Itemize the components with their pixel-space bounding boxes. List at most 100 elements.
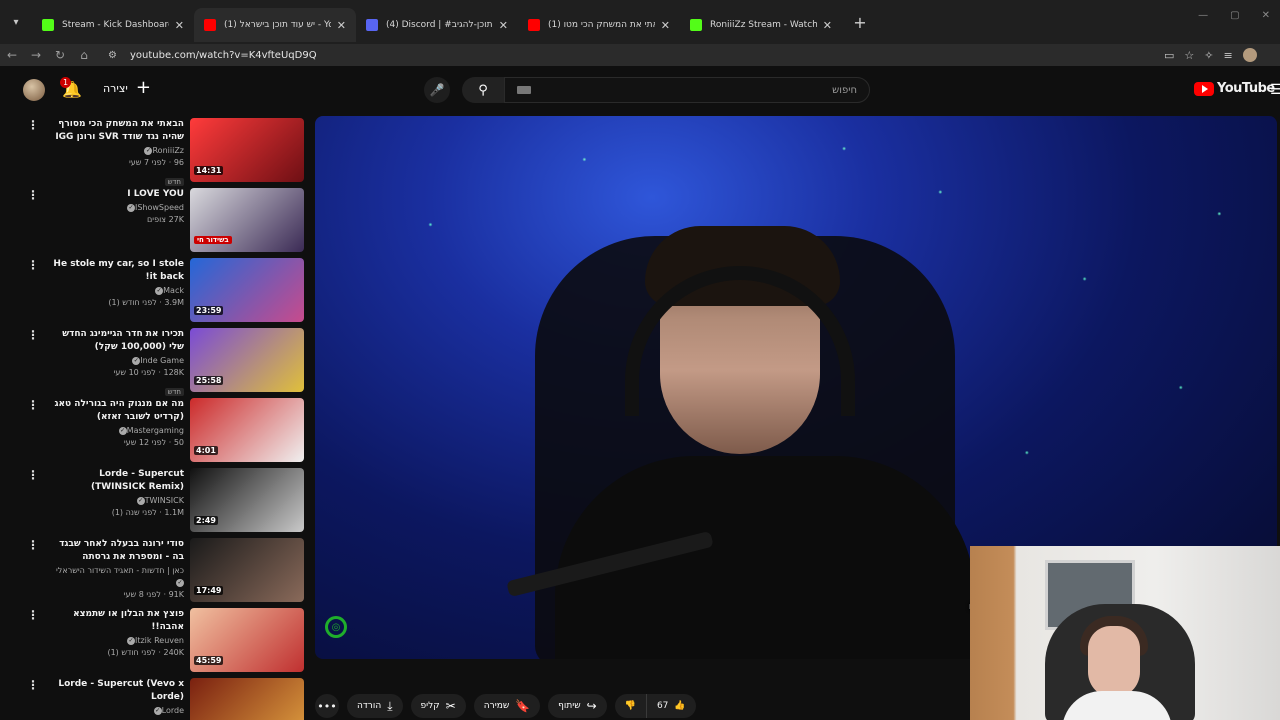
- tab-close-icon[interactable]: ✕: [823, 19, 832, 32]
- create-button[interactable]: יצירה +: [103, 79, 151, 97]
- youtube-header: 🔔 1 יצירה + 🎤 ⚲ חיפוש YouTube ☰: [0, 66, 1280, 116]
- more-options-icon[interactable]: ⋮: [27, 328, 40, 342]
- download-button[interactable]: ⤓ הורדה: [347, 694, 403, 718]
- recommendation-item[interactable]: ⋮ I LOVE YOU IShowSpeed✓ 27K צופים בשידור חי: [18, 186, 306, 256]
- recommendation-title[interactable]: הבאתי את המשחק הכי מסורף שהיה נגד שודד S…: [46, 118, 184, 144]
- recommendation-item[interactable]: ⋮ Lorde - Supercut (Vevo x Lorde) Lorde✓: [18, 676, 306, 720]
- clip-button[interactable]: ✂ קליפ: [410, 694, 466, 718]
- recommendation-title[interactable]: He stole my car, so I stole it back!: [46, 258, 184, 284]
- webcam-overlay: [970, 546, 1280, 720]
- channel-name: IShowSpeed: [134, 203, 184, 212]
- browser-tab[interactable]: RoniiiZz Stream - Watch Live on ✕: [680, 8, 842, 42]
- tab-close-icon[interactable]: ✕: [175, 19, 184, 32]
- new-tab-button[interactable]: +: [848, 10, 872, 34]
- recommendation-title[interactable]: Lorde - Supercut (Vevo x Lorde): [46, 678, 184, 704]
- recommendation-channel[interactable]: כאן | חדשות - תאגיד השידור הישראלי ✓: [46, 565, 184, 589]
- recommendation-item[interactable]: ⋮ סודי ירונה בבעלה לאחר שבגד בה - ומספרת …: [18, 536, 306, 606]
- recommendation-item[interactable]: ⋮ פוצץ את הבלון או שתמצא אהבה!! Itzik Reuv…: [18, 606, 306, 676]
- create-label: יצירה: [103, 81, 128, 95]
- recommendation-text: תכירו את חדר הגיימינג החדש שלי (100,000 …: [46, 328, 184, 398]
- search-input[interactable]: חיפוש: [504, 77, 870, 103]
- back-icon[interactable]: ←: [0, 48, 24, 62]
- recommendation-channel[interactable]: Inde Game✓: [46, 355, 184, 367]
- share-button[interactable]: ↪ שיתוף: [548, 694, 607, 718]
- recommendation-item[interactable]: ⋮ מה אם מנגוק היה בגורילה טאג (קרדיט לשוב…: [18, 396, 306, 466]
- recommendation-meta: 50 · לפני 12 שעי: [123, 438, 184, 447]
- recommendation-thumbnail[interactable]: [190, 678, 304, 720]
- tab-close-icon[interactable]: ✕: [499, 19, 508, 32]
- duration-badge: בשידור חי: [194, 236, 232, 244]
- browser-tab[interactable]: (1) הבאתי את המשחק הכי מטו ✕: [518, 8, 680, 42]
- profile-avatar[interactable]: [1242, 48, 1257, 62]
- recommendation-channel[interactable]: RoniiiZz✓: [46, 145, 184, 157]
- recommendation-channel[interactable]: Mack✓: [46, 285, 184, 297]
- verified-icon: ✓: [153, 706, 162, 715]
- recommendations-list: ⋮ הבאתי את המשחק הכי מסורף שהיה נגד שודד …: [18, 116, 306, 720]
- browser-tab-bar: ▾ Stream - Kick Dashboard ✕ (1) יש עוד תוכ…: [0, 0, 1280, 44]
- bookmark-star-icon[interactable]: ☆: [1184, 49, 1194, 62]
- home-icon[interactable]: ⌂: [72, 48, 96, 62]
- verified-icon: ✓: [132, 356, 141, 365]
- recommendation-item[interactable]: ⋮ He stole my car, so I stole it back! Mac…: [18, 256, 306, 326]
- cast-icon[interactable]: ▭: [1164, 49, 1174, 62]
- dislike-button[interactable]: 👎: [615, 694, 647, 718]
- close-window-icon[interactable]: ✕: [1262, 10, 1270, 21]
- more-options-icon[interactable]: ⋮: [27, 398, 40, 412]
- tab-close-icon[interactable]: ✕: [661, 19, 670, 32]
- keyboard-icon[interactable]: [517, 86, 531, 94]
- recommendation-item[interactable]: ⋮ Lorde - Supercut (TWINSICK Remix) TWINSI…: [18, 466, 306, 536]
- recommendation-channel[interactable]: IShowSpeed✓: [46, 202, 184, 214]
- recommendation-title[interactable]: תכירו את חדר הגיימינג החדש שלי (100,000 …: [46, 328, 184, 354]
- maximize-icon[interactable]: ▢: [1230, 10, 1239, 21]
- recommendation-title[interactable]: Lorde - Supercut (TWINSICK Remix): [46, 468, 184, 494]
- duration-badge: 4:01: [194, 446, 218, 455]
- browser-tab[interactable]: (1) יש עוד תוכן בישראל - YouTube ✕: [194, 8, 356, 42]
- recommendation-title[interactable]: מה אם מנגוק היה בגורילה טאג (קרדיט לשובר…: [46, 398, 184, 424]
- channel-name: Mastergaming: [126, 426, 184, 435]
- youtube-play-icon: [1194, 81, 1214, 96]
- video-actions-bar: ••• ⤓ הורדה ✂ קליפ 🔖 שמירה ↪ שיתוף 👎 67 …: [315, 694, 965, 718]
- recommendation-meta: 91K · לפני 8 שעי: [123, 590, 184, 599]
- more-options-icon[interactable]: ⋮: [27, 468, 40, 482]
- recommendation-channel[interactable]: Mastergaming✓: [46, 425, 184, 437]
- recommendation-channel[interactable]: Itzik Reuven✓: [46, 635, 184, 647]
- recommendation-item[interactable]: ⋮ תכירו את חדר הגיימינג החדש שלי (100,000…: [18, 326, 306, 396]
- reload-icon[interactable]: ↻: [48, 48, 72, 62]
- site-info-icon[interactable]: ⚙: [108, 50, 130, 61]
- youtube-logo[interactable]: YouTube: [1194, 81, 1275, 96]
- search-button[interactable]: ⚲: [462, 77, 504, 103]
- tab-search-chevron-icon[interactable]: ▾: [6, 12, 26, 32]
- minimize-icon[interactable]: —: [1198, 10, 1208, 21]
- more-options-icon[interactable]: ⋮: [27, 258, 40, 272]
- hamburger-menu-icon[interactable]: ☰: [1270, 82, 1280, 98]
- browser-tab[interactable]: Stream - Kick Dashboard ✕: [32, 8, 194, 42]
- more-options-icon[interactable]: ⋮: [27, 188, 40, 202]
- search-icon: ⚲: [478, 82, 488, 98]
- recommendation-title[interactable]: I LOVE YOU: [46, 188, 184, 201]
- extensions-icon[interactable]: ✧: [1204, 49, 1213, 62]
- scissors-icon: ✂: [445, 699, 456, 713]
- account-avatar[interactable]: [23, 79, 45, 101]
- recommendation-item[interactable]: ⋮ הבאתי את המשחק הכי מסורף שהיה נגד שודד …: [18, 116, 306, 186]
- more-options-icon[interactable]: ⋮: [27, 538, 40, 552]
- overlay-logo-icon: ◎: [325, 616, 347, 638]
- recommendation-title[interactable]: סודי ירונה בבעלה לאחר שבגד בה - ומספרת א…: [46, 538, 184, 564]
- voice-search-mic-icon[interactable]: 🎤: [424, 77, 450, 103]
- recommendation-channel[interactable]: TWINSICK✓: [46, 495, 184, 507]
- like-button[interactable]: 67 👍: [647, 701, 696, 711]
- browser-tab[interactable]: (4) Discord | #תוכן-להגיב | Roni ✕: [356, 8, 518, 42]
- tab-close-icon[interactable]: ✕: [337, 19, 346, 32]
- window-controls: — ▢ ✕: [1198, 10, 1270, 21]
- media-icon[interactable]: ≡: [1224, 49, 1233, 62]
- save-button[interactable]: 🔖 שמירה: [473, 694, 541, 718]
- recommendation-channel[interactable]: Lorde✓: [46, 705, 184, 717]
- more-options-icon[interactable]: ⋮: [27, 118, 40, 132]
- more-actions-button[interactable]: •••: [315, 694, 339, 718]
- more-options-icon[interactable]: ⋮: [27, 608, 40, 622]
- tab-favicon-icon: [528, 19, 540, 31]
- more-options-icon[interactable]: ⋮: [27, 678, 40, 692]
- notifications-bell-icon[interactable]: 🔔 1: [60, 77, 82, 100]
- recommendation-title[interactable]: פוצץ את הבלון או שתמצא אהבה!!: [46, 608, 184, 634]
- url-field[interactable]: ⚙ youtube.com/watch?v=K4vfteUqD9Q: [108, 45, 1158, 65]
- forward-icon[interactable]: →: [24, 48, 48, 62]
